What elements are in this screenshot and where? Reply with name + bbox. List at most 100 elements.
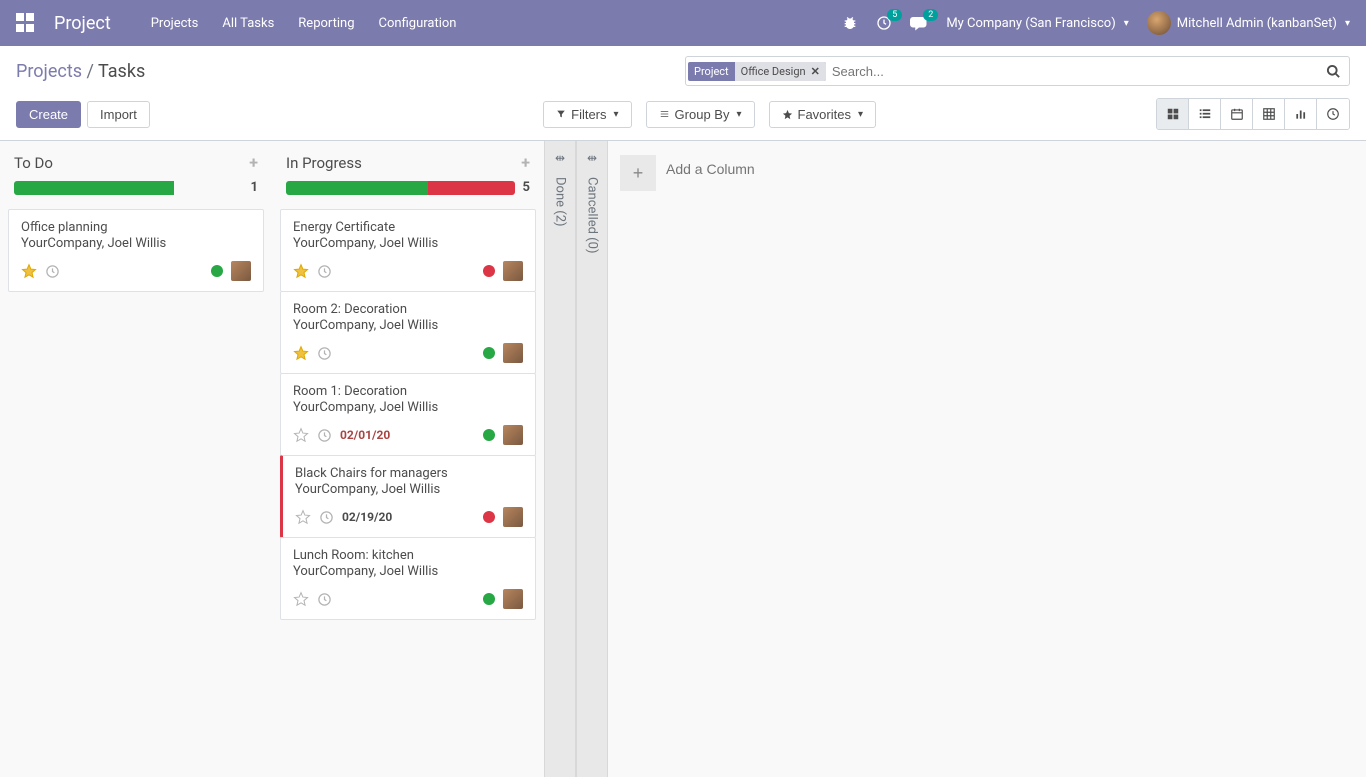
debug-icon[interactable] <box>842 15 858 31</box>
activity-icon[interactable] <box>317 346 332 361</box>
activities-icon[interactable]: 5 <box>876 15 892 31</box>
column-todo: To Do + 1 Office planning YourCompany, J… <box>0 141 272 777</box>
search-options: Filters ▾ Group By ▾ Favorites ▾ <box>543 101 876 128</box>
assignee-avatar[interactable] <box>231 261 251 281</box>
filters-button[interactable]: Filters ▾ <box>543 101 631 128</box>
kanban-state-icon[interactable] <box>483 429 495 441</box>
kanban-state-icon[interactable] <box>483 593 495 605</box>
nav-projects[interactable]: Projects <box>151 16 199 31</box>
groupby-button[interactable]: Group By ▾ <box>646 101 755 128</box>
view-activity[interactable] <box>1317 99 1349 129</box>
activity-icon[interactable] <box>317 592 332 607</box>
quick-create-icon[interactable]: + <box>521 153 530 172</box>
top-nav: Project Projects All Tasks Reporting Con… <box>0 0 1366 46</box>
kanban-card[interactable]: Lunch Room: kitchen YourCompany, Joel Wi… <box>280 537 536 620</box>
facet-label: Project <box>688 62 735 81</box>
card-title: Lunch Room: kitchen <box>293 548 523 563</box>
kanban-card[interactable]: Room 1: Decoration YourCompany, Joel Wil… <box>280 373 536 456</box>
column-title[interactable]: In Progress <box>286 154 362 172</box>
apps-icon[interactable] <box>16 13 36 33</box>
star-icon[interactable] <box>21 263 37 279</box>
create-button[interactable]: Create <box>16 101 81 128</box>
view-list[interactable] <box>1189 99 1221 129</box>
kanban-board: To Do + 1 Office planning YourCompany, J… <box>0 141 1366 777</box>
assignee-avatar[interactable] <box>503 343 523 363</box>
add-column: + <box>608 141 859 777</box>
column-title[interactable]: To Do <box>14 154 53 172</box>
add-column-button[interactable]: + <box>620 155 656 191</box>
card-title: Room 1: Decoration <box>293 384 523 399</box>
star-icon <box>782 109 793 120</box>
kanban-card[interactable]: Office planning YourCompany, Joel Willis <box>8 209 264 292</box>
search-icon[interactable] <box>1326 64 1341 79</box>
facet-remove-icon[interactable]: ✕ <box>811 65 820 78</box>
card-title: Energy Certificate <box>293 220 523 235</box>
view-kanban[interactable] <box>1157 99 1189 129</box>
search-facet: Project Office Design ✕ <box>688 62 826 81</box>
breadcrumb-parent[interactable]: Projects <box>16 61 82 82</box>
star-icon[interactable] <box>293 345 309 361</box>
card-subtitle: YourCompany, Joel Willis <box>21 236 251 251</box>
activity-icon[interactable] <box>317 428 332 443</box>
column-done-folded[interactable]: ⇹ Done (2) <box>544 141 576 777</box>
assignee-avatar[interactable] <box>503 589 523 609</box>
activity-icon[interactable] <box>319 510 334 525</box>
star-icon[interactable] <box>295 509 311 525</box>
assignee-avatar[interactable] <box>503 425 523 445</box>
company-name: My Company (San Francisco) <box>946 16 1115 31</box>
column-cancelled-folded[interactable]: ⇹ Cancelled (0) <box>576 141 608 777</box>
favorites-button[interactable]: Favorites ▾ <box>769 101 877 128</box>
messages-icon[interactable]: 2 <box>910 15 928 31</box>
assignee-avatar[interactable] <box>503 261 523 281</box>
view-pivot[interactable] <box>1253 99 1285 129</box>
nav-reporting[interactable]: Reporting <box>298 16 354 31</box>
activity-icon[interactable] <box>317 264 332 279</box>
column-progress[interactable] <box>286 181 515 195</box>
quick-create-icon[interactable]: + <box>249 153 258 172</box>
chevron-down-icon: ▾ <box>858 109 863 120</box>
due-date: 02/01/20 <box>340 428 390 442</box>
user-menu[interactable]: Mitchell Admin (kanbanSet) ▾ <box>1147 11 1350 35</box>
chevron-down-icon: ▾ <box>1124 18 1129 29</box>
add-column-input[interactable] <box>666 155 847 177</box>
view-graph[interactable] <box>1285 99 1317 129</box>
star-icon[interactable] <box>293 591 309 607</box>
kanban-card[interactable]: Energy Certificate YourCompany, Joel Wil… <box>280 209 536 292</box>
search-bar[interactable]: Project Office Design ✕ <box>685 56 1350 86</box>
chevron-down-icon: ▾ <box>736 109 741 120</box>
column-count: 5 <box>523 180 530 195</box>
list-icon <box>659 109 670 119</box>
column-progress[interactable] <box>14 181 243 195</box>
app-title: Project <box>54 13 111 34</box>
kanban-card[interactable]: Room 2: Decoration YourCompany, Joel Wil… <box>280 291 536 374</box>
column-count: 1 <box>251 180 258 195</box>
kanban-state-icon[interactable] <box>483 347 495 359</box>
facet-value: Office Design ✕ <box>735 62 826 81</box>
nav-links: Projects All Tasks Reporting Configurati… <box>151 16 457 31</box>
nav-configuration[interactable]: Configuration <box>379 16 457 31</box>
kanban-state-icon[interactable] <box>211 265 223 277</box>
chevron-down-icon: ▾ <box>1345 18 1350 29</box>
nav-right: 5 2 My Company (San Francisco) ▾ Mitchel… <box>842 11 1350 35</box>
import-button[interactable]: Import <box>87 101 150 128</box>
assignee-avatar[interactable] <box>503 507 523 527</box>
nav-all-tasks[interactable]: All Tasks <box>222 16 274 31</box>
breadcrumb-current: Tasks <box>98 61 145 82</box>
kanban-state-icon[interactable] <box>483 265 495 277</box>
star-icon[interactable] <box>293 427 309 443</box>
view-calendar[interactable] <box>1221 99 1253 129</box>
company-selector[interactable]: My Company (San Francisco) ▾ <box>946 16 1128 31</box>
search-input[interactable] <box>826 60 1326 83</box>
activities-badge: 5 <box>887 9 902 21</box>
star-icon[interactable] <box>293 263 309 279</box>
avatar <box>1147 11 1171 35</box>
activity-icon[interactable] <box>45 264 60 279</box>
folded-title: Cancelled (0) <box>585 177 600 253</box>
kanban-state-icon[interactable] <box>483 511 495 523</box>
filter-icon <box>556 109 566 119</box>
due-date: 02/19/20 <box>342 510 392 524</box>
kanban-card[interactable]: Black Chairs for managers YourCompany, J… <box>280 455 536 538</box>
card-subtitle: YourCompany, Joel Willis <box>295 482 523 497</box>
folded-title: Done (2) <box>553 177 568 227</box>
card-title: Room 2: Decoration <box>293 302 523 317</box>
